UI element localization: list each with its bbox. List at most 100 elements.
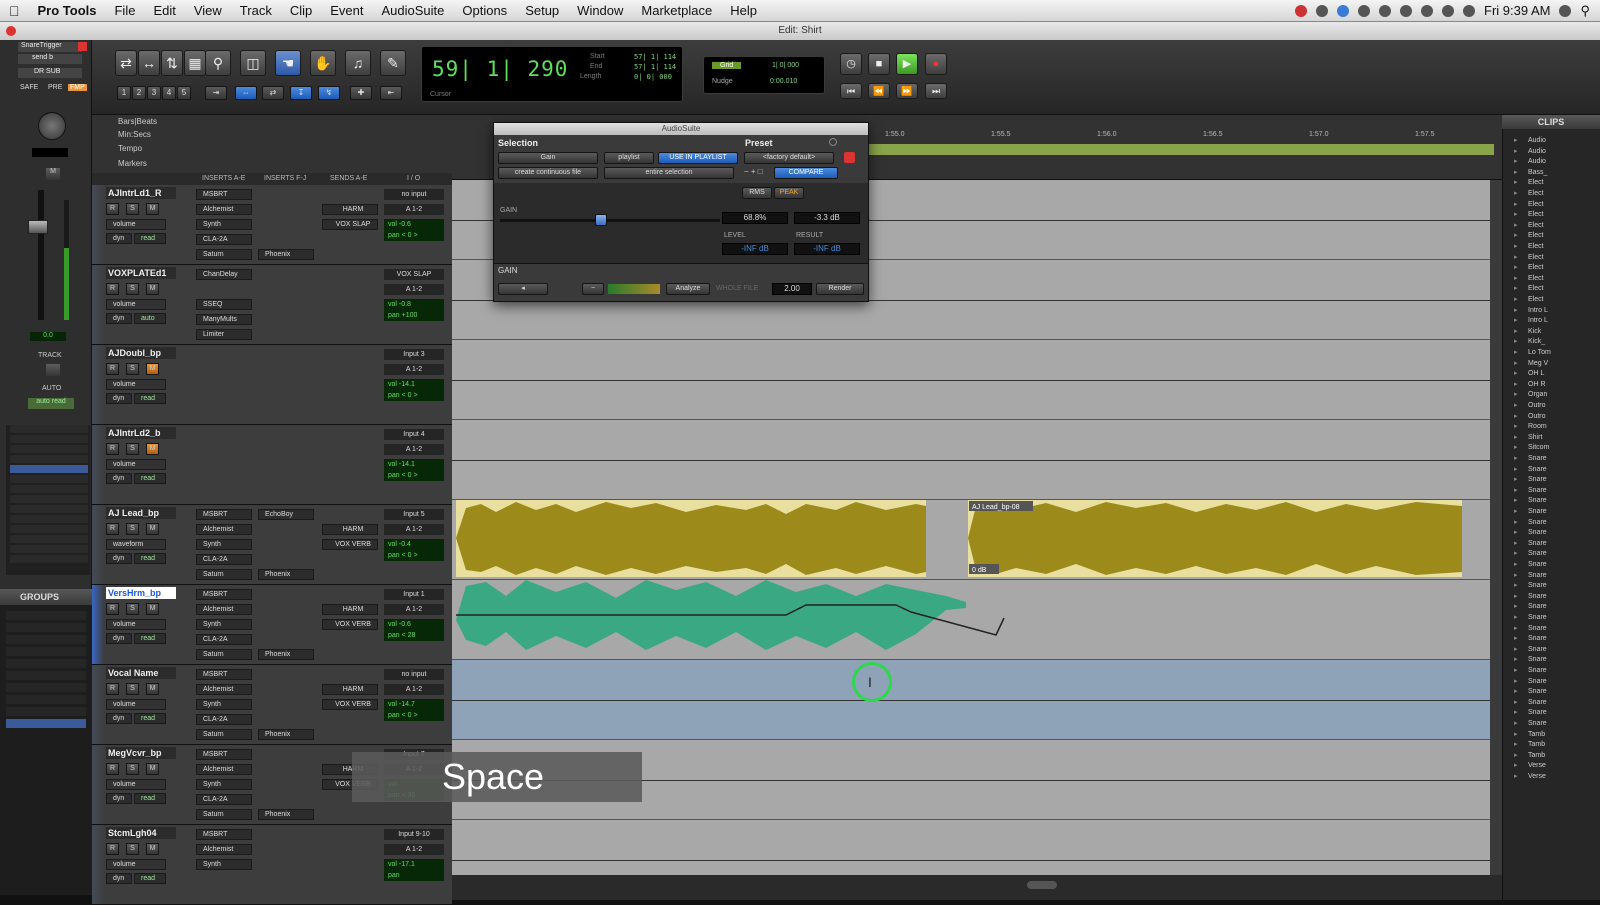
- zoom-preset-1[interactable]: 1: [117, 86, 131, 100]
- app-menu[interactable]: Pro Tools: [29, 0, 106, 22]
- track-record-button[interactable]: R: [106, 763, 119, 775]
- grid-mode-button[interactable]: ▦: [184, 50, 206, 76]
- clip-list-item[interactable]: Audio: [1508, 147, 1598, 156]
- safe-button[interactable]: SAFE: [20, 84, 38, 91]
- group-list-row[interactable]: [6, 683, 86, 692]
- track-record-button[interactable]: R: [106, 843, 119, 855]
- insert-slot[interactable]: Saturn: [196, 249, 252, 260]
- track-record-button[interactable]: R: [106, 443, 119, 455]
- menu-file[interactable]: File: [105, 0, 144, 22]
- insert-slot[interactable]: MSBRT: [196, 189, 252, 200]
- track-dyn-button[interactable]: dyn: [106, 873, 132, 884]
- preset-nav-icon[interactable]: − + □: [744, 167, 770, 179]
- clip-list-item[interactable]: Verse: [1508, 761, 1598, 770]
- stop-button[interactable]: ■: [868, 53, 890, 75]
- clip-list-item[interactable]: Tamb: [1508, 740, 1598, 749]
- menu-help[interactable]: Help: [721, 0, 766, 22]
- ruler-tempo[interactable]: Tempo: [118, 144, 142, 153]
- track-list-row[interactable]: [10, 545, 88, 553]
- send-slot[interactable]: send b: [18, 54, 82, 64]
- insert-slot[interactable]: Synth: [196, 219, 252, 230]
- track-name[interactable]: StcmLgh04: [106, 827, 176, 839]
- track-list-row[interactable]: [10, 445, 88, 453]
- plugin-selector[interactable]: Gain: [498, 152, 598, 164]
- insert-slot[interactable]: Saturn: [196, 809, 252, 820]
- track-name[interactable]: Vocal Name: [106, 667, 176, 679]
- ruler-min-secs[interactable]: Min:Secs: [118, 130, 151, 139]
- clip-list-item[interactable]: Outro: [1508, 412, 1598, 421]
- clip-list-item[interactable]: Meg V: [1508, 359, 1598, 368]
- io-selector[interactable]: Input 9-10: [384, 829, 444, 840]
- clip-list-item[interactable]: Tamb: [1508, 751, 1598, 760]
- track-dyn-button[interactable]: dyn: [106, 233, 132, 244]
- io-selector[interactable]: Input 3: [384, 349, 444, 360]
- ruler-markers[interactable]: Markers: [118, 159, 147, 168]
- vertical-scrollbar[interactable]: [1490, 180, 1502, 875]
- footer-left-button[interactable]: ◂: [498, 283, 548, 295]
- link-track-edit-icon[interactable]: ⇄: [262, 86, 284, 100]
- io-selector[interactable]: A 1-2: [384, 524, 444, 535]
- preset-more-icon[interactable]: [829, 138, 837, 146]
- track-dyn-button[interactable]: dyn: [106, 793, 132, 804]
- track-volume-pan-display[interactable]: vol -0.6 pan < 0 >: [384, 219, 444, 241]
- group-list-row[interactable]: [6, 719, 86, 728]
- track-header[interactable]: Vocal Name R S Mvolume dyn read MSBRT Alchemist…: [92, 665, 452, 745]
- trim-tool-icon[interactable]: ◫: [240, 50, 266, 76]
- send-slot[interactable]: VOX VERB: [322, 699, 378, 710]
- insert-slot[interactable]: CLA-2A: [196, 794, 252, 805]
- insert-slot[interactable]: Alchemist: [196, 764, 252, 775]
- insert-slot[interactable]: Limiter: [196, 329, 252, 340]
- horizontal-scrollbar[interactable]: [452, 875, 1502, 900]
- insert-slot[interactable]: CLA-2A: [196, 714, 252, 725]
- zoom-preset-2[interactable]: 2: [132, 86, 146, 100]
- send-slot[interactable]: HARM: [322, 524, 378, 535]
- io-selector[interactable]: no input: [384, 189, 444, 200]
- peak-button[interactable]: PEAK: [774, 187, 804, 199]
- track-mute-button[interactable]: M: [146, 203, 159, 215]
- groups-header[interactable]: GROUPS: [0, 589, 92, 605]
- track-list-row[interactable]: [10, 535, 88, 543]
- insert-slot[interactable]: Synth: [196, 539, 252, 550]
- track-solo-button[interactable]: S: [126, 843, 139, 855]
- track-solo-button[interactable]: S: [126, 443, 139, 455]
- track-automation-mode[interactable]: read: [134, 473, 166, 484]
- io-selector[interactable]: Input 1: [384, 589, 444, 600]
- track-mute-button[interactable]: M: [146, 763, 159, 775]
- send-slot[interactable]: HARM: [322, 684, 378, 695]
- close-strip-icon[interactable]: [78, 42, 87, 51]
- zoom-preset-3[interactable]: 3: [147, 86, 161, 100]
- footer-minus-button[interactable]: −: [582, 283, 604, 295]
- clip-list-item[interactable]: Verse: [1508, 772, 1598, 781]
- insert-slot-fj[interactable]: EchoBoy: [258, 509, 314, 520]
- insert-slot-fj[interactable]: Phoenix: [258, 649, 314, 660]
- menu-marketplace[interactable]: Marketplace: [632, 0, 721, 22]
- track-list-row[interactable]: [10, 455, 88, 463]
- nudge-label[interactable]: Nudge: [712, 78, 733, 85]
- record-button[interactable]: ●: [925, 53, 947, 75]
- track-volume-pan-display[interactable]: vol -0.4 pan < 0 >: [384, 539, 444, 561]
- track-record-button[interactable]: R: [106, 283, 119, 295]
- start-value[interactable]: 57| 1| 114: [634, 53, 676, 61]
- track-dyn-button[interactable]: dyn: [106, 633, 132, 644]
- track-automation-mode[interactable]: read: [134, 793, 166, 804]
- clip-list-item[interactable]: Organ: [1508, 390, 1598, 399]
- fmp-button[interactable]: FMP: [68, 84, 87, 91]
- clip-list-item[interactable]: Elect: [1508, 210, 1598, 219]
- track-solo-button[interactable]: S: [126, 603, 139, 615]
- rewind-button[interactable]: ⏪: [868, 83, 890, 99]
- track-view-selector[interactable]: volume: [106, 379, 166, 390]
- dropbox-icon[interactable]: [1337, 4, 1349, 17]
- horizontal-scroll-thumb[interactable]: [1027, 881, 1057, 889]
- insert-slot[interactable]: Alchemist: [196, 604, 252, 615]
- track-list-row[interactable]: [10, 525, 88, 533]
- io-selector[interactable]: Input 4: [384, 429, 444, 440]
- track-list-row[interactable]: [10, 435, 88, 443]
- group-list-row[interactable]: [6, 707, 86, 716]
- track-record-button[interactable]: R: [106, 683, 119, 695]
- clip-list-item[interactable]: Audio: [1508, 157, 1598, 166]
- track-mute-button[interactable]: M: [146, 523, 159, 535]
- spot-mode-button[interactable]: ⇅: [161, 50, 183, 76]
- gain-slider-track[interactable]: [500, 219, 720, 222]
- clip-list-item[interactable]: Elect: [1508, 263, 1598, 272]
- track-record-button[interactable]: R: [106, 523, 119, 535]
